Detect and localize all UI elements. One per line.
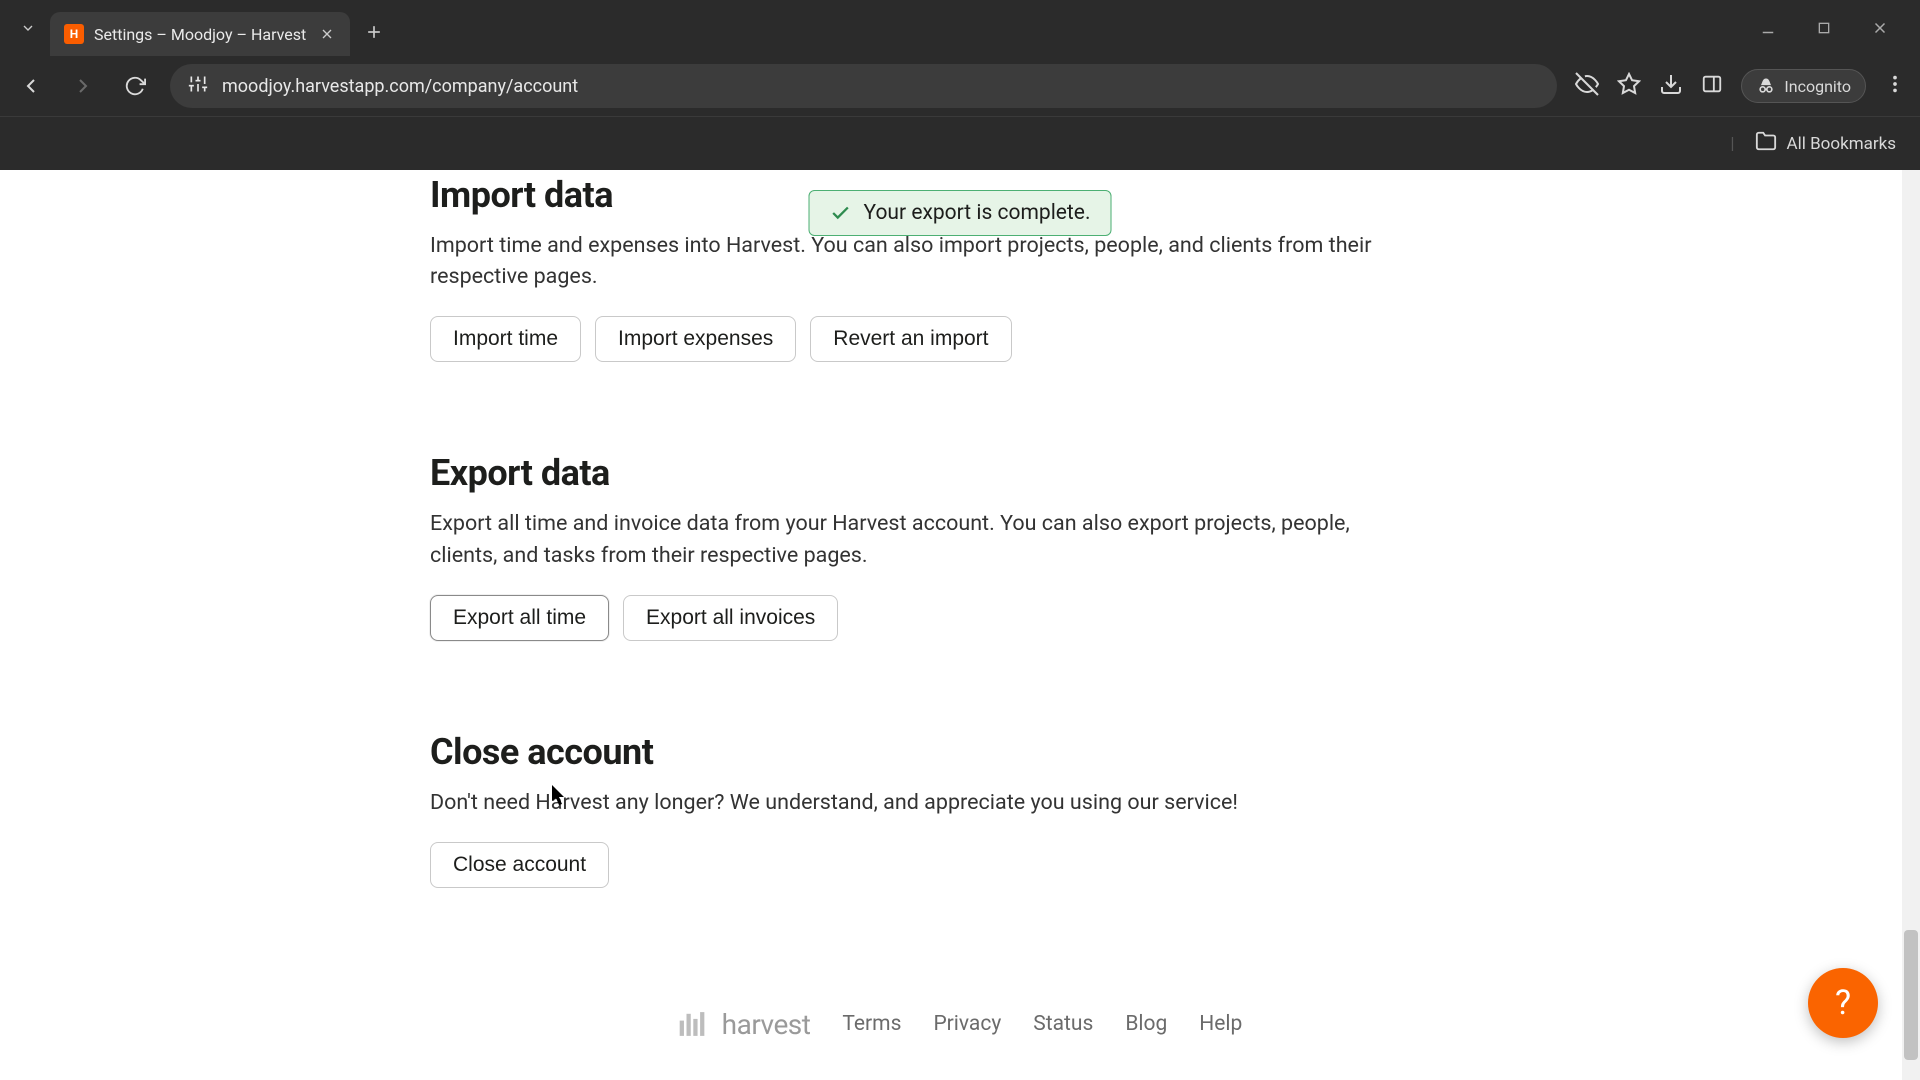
tab-strip: H Settings – Moodjoy – Harvest	[0, 0, 1920, 56]
new-tab-button[interactable]	[358, 16, 390, 48]
harvest-logo-text: harvest	[722, 1008, 811, 1041]
site-settings-icon[interactable]	[188, 74, 208, 99]
bookmark-star-icon[interactable]	[1617, 72, 1641, 100]
import-description: Import time and expenses into Harvest. Y…	[430, 230, 1410, 292]
help-fab-label: ?	[1835, 983, 1851, 1023]
browser-chrome: H Settings – Moodjoy – Harvest	[0, 0, 1920, 170]
harvest-logo: harvest	[678, 1008, 811, 1041]
page-footer: harvest Terms Privacy Status Blog Help	[430, 1008, 1490, 1080]
bookmarks-separator: |	[1730, 134, 1734, 154]
close-account-section: Close account Don't need Harvest any lon…	[430, 731, 1490, 888]
reload-button[interactable]	[118, 69, 152, 103]
footer-privacy-link[interactable]: Privacy	[933, 1012, 1001, 1036]
close-account-button[interactable]: Close account	[430, 842, 609, 888]
window-controls	[1752, 12, 1912, 44]
close-buttons: Close account	[430, 842, 1490, 888]
scrollbar-thumb[interactable]	[1904, 930, 1918, 1060]
url-text: moodjoy.harvestapp.com/company/account	[222, 76, 1539, 97]
revert-import-button[interactable]: Revert an import	[810, 316, 1011, 362]
side-panel-icon[interactable]	[1701, 73, 1723, 99]
tab-favicon-icon: H	[64, 24, 84, 44]
close-description: Don't need Harvest any longer? We unders…	[430, 787, 1410, 818]
harvest-logo-icon	[678, 1009, 712, 1039]
all-bookmarks-link[interactable]: All Bookmarks	[1787, 134, 1896, 154]
downloads-icon[interactable]	[1659, 72, 1683, 100]
checkmark-icon	[830, 202, 852, 224]
settings-content: Import data Import time and expenses int…	[430, 170, 1490, 1080]
import-time-button[interactable]: Import time	[430, 316, 581, 362]
toolbar-right: Incognito	[1575, 69, 1906, 103]
browser-menu-icon[interactable]	[1884, 73, 1906, 99]
scrollbar-track[interactable]	[1902, 170, 1920, 1080]
address-bar[interactable]: moodjoy.harvestapp.com/company/account	[170, 64, 1557, 108]
address-bar-row: moodjoy.harvestapp.com/company/account I…	[0, 56, 1920, 116]
help-fab-button[interactable]: ?	[1808, 968, 1878, 1038]
close-tab-icon[interactable]	[318, 25, 336, 43]
export-data-section: Export data Export all time and invoice …	[430, 452, 1490, 640]
footer-status-link[interactable]: Status	[1033, 1012, 1093, 1036]
footer-blog-link[interactable]: Blog	[1125, 1012, 1167, 1036]
import-buttons: Import time Import expenses Revert an im…	[430, 316, 1490, 362]
footer-help-link[interactable]: Help	[1199, 1012, 1242, 1036]
toast-message: Your export is complete.	[864, 201, 1091, 225]
close-window-icon[interactable]	[1864, 12, 1896, 44]
import-expenses-button[interactable]: Import expenses	[595, 316, 796, 362]
export-description: Export all time and invoice data from yo…	[430, 508, 1410, 570]
footer-terms-link[interactable]: Terms	[842, 1012, 901, 1036]
incognito-badge[interactable]: Incognito	[1741, 69, 1866, 103]
back-button[interactable]	[14, 69, 48, 103]
tab-search-dropdown[interactable]	[14, 14, 42, 42]
close-heading: Close account	[430, 731, 1490, 773]
export-complete-toast: Your export is complete.	[809, 190, 1112, 236]
export-heading: Export data	[430, 452, 1490, 494]
forward-button[interactable]	[66, 69, 100, 103]
eye-off-icon[interactable]	[1575, 72, 1599, 100]
incognito-label: Incognito	[1784, 77, 1851, 96]
export-buttons: Export all time Export all invoices	[430, 595, 1490, 641]
bookmarks-bar: | All Bookmarks	[0, 116, 1920, 170]
tab-title: Settings – Moodjoy – Harvest	[94, 25, 308, 44]
folder-icon	[1755, 130, 1777, 157]
export-all-time-button[interactable]: Export all time	[430, 595, 609, 641]
browser-tab[interactable]: H Settings – Moodjoy – Harvest	[50, 12, 350, 56]
export-all-invoices-button[interactable]: Export all invoices	[623, 595, 838, 641]
page-viewport: Your export is complete. Import data Imp…	[0, 170, 1920, 1080]
minimize-window-icon[interactable]	[1752, 12, 1784, 44]
maximize-window-icon[interactable]	[1808, 12, 1840, 44]
